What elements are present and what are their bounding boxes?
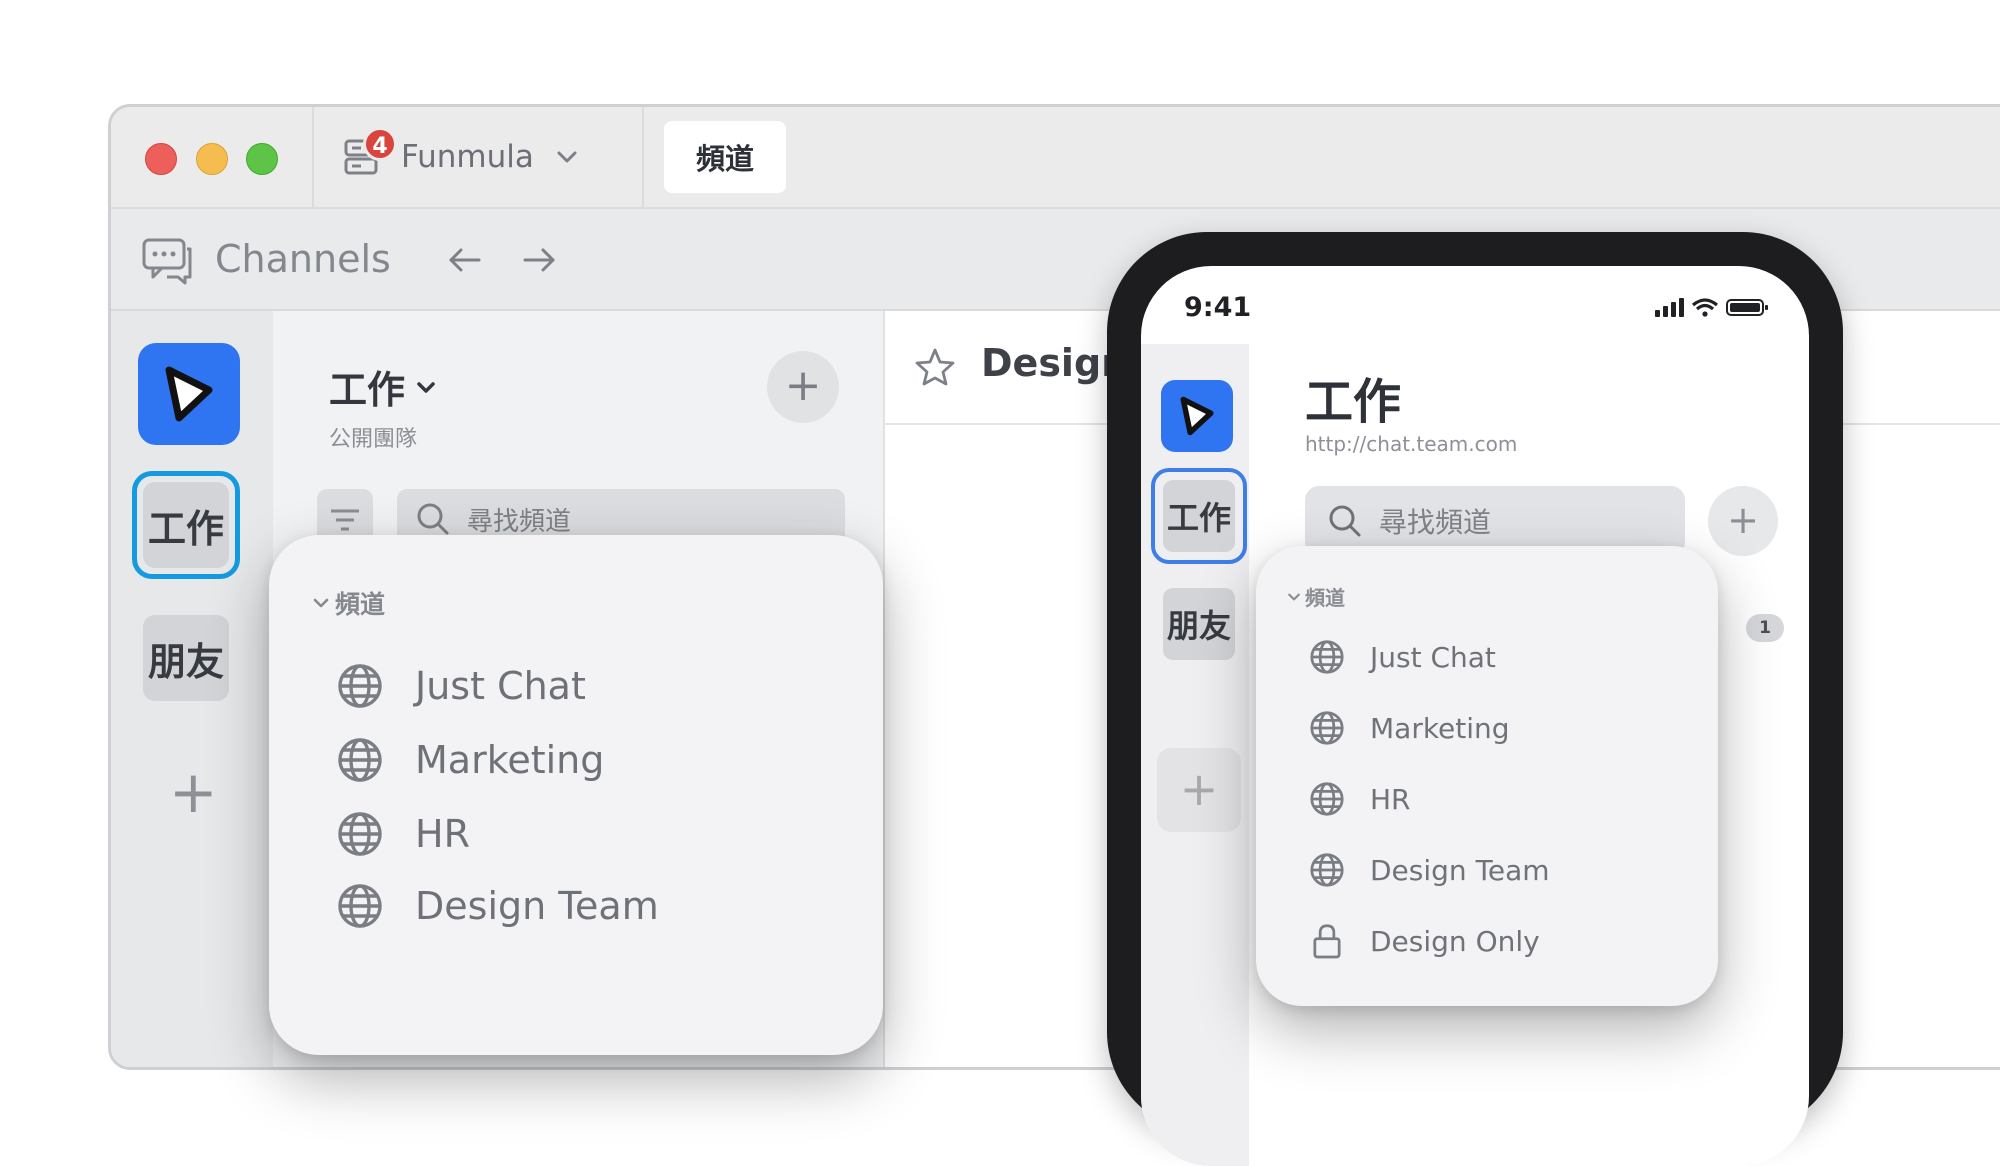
team-work[interactable]: 工作 — [1163, 480, 1235, 552]
phone-channel-popup: 頻道 Just Chat Marketing HR Design Team De… — [1256, 546, 1718, 1006]
channel-item[interactable]: Design Team — [335, 881, 659, 931]
lock-icon — [1313, 924, 1341, 959]
channel-item[interactable]: Design Team — [1308, 851, 1550, 889]
close-window-button[interactable] — [145, 143, 177, 175]
team-friends[interactable]: 朋友 — [1163, 588, 1235, 660]
channel-name: Marketing — [415, 738, 605, 782]
add-team-button[interactable]: + — [169, 763, 218, 821]
back-arrow-icon[interactable] — [447, 245, 483, 275]
section-label: 頻道 — [1305, 586, 1345, 610]
workspace-switcher[interactable]: 工作 — [329, 359, 439, 414]
chevron-down-icon — [417, 381, 435, 393]
channel-item[interactable]: HR — [1308, 780, 1411, 818]
section-header[interactable]: 頻道 — [311, 585, 385, 621]
team-work[interactable]: 工作 — [143, 482, 229, 568]
app-logo[interactable] — [138, 343, 240, 445]
globe-icon — [338, 664, 382, 708]
chevron-down-icon — [313, 598, 329, 608]
tab-channels[interactable]: 頻道 — [664, 121, 786, 193]
channel-item[interactable]: Marketing — [1308, 709, 1510, 747]
channel-item[interactable]: Design Only — [1308, 922, 1540, 960]
phone-team-sidebar: 工作 朋友 + — [1141, 344, 1249, 1166]
globe-icon — [1310, 711, 1344, 745]
status-icons — [1655, 298, 1768, 317]
add-team-button[interactable]: + — [1157, 748, 1241, 832]
minimize-window-button[interactable] — [196, 143, 228, 175]
channel-item[interactable]: Just Chat — [1308, 638, 1496, 676]
team-sidebar: 工作 朋友 + — [111, 311, 273, 1067]
channel-list-popup: 頻道 Just Chat Marketing HR Design Team — [269, 535, 883, 1055]
workspace-url: http://chat.team.com — [1305, 432, 1518, 456]
channel-name: Design Only — [1370, 924, 1540, 958]
channel-item[interactable]: HR — [335, 809, 470, 859]
title-bar: 4 Funmula 頻道 — [111, 107, 2000, 209]
forward-arrow-icon[interactable] — [521, 245, 557, 275]
globe-icon — [338, 884, 382, 928]
divider — [642, 107, 644, 207]
channel-name: Marketing — [1370, 711, 1510, 745]
globe-icon — [1310, 640, 1344, 674]
channel-name: Just Chat — [1370, 640, 1496, 674]
globe-icon — [1310, 782, 1344, 816]
channel-item[interactable]: Marketing — [335, 735, 604, 785]
search-icon — [1329, 505, 1361, 537]
team-friends[interactable]: 朋友 — [143, 615, 229, 701]
star-icon[interactable] — [915, 347, 955, 387]
page-title: Channels — [215, 237, 391, 281]
server-switcher[interactable]: 4 Funmula — [343, 127, 580, 179]
channel-item[interactable]: Just Chat — [335, 661, 586, 711]
globe-icon — [1310, 853, 1344, 887]
logo-flag-icon — [165, 366, 213, 422]
channel-name: Just Chat — [415, 664, 586, 708]
chevron-down-icon — [1288, 593, 1300, 600]
section-header[interactable]: 頻道 — [1286, 582, 1345, 611]
server-name: Funmula — [401, 139, 534, 175]
workspace-title: 工作 — [329, 368, 406, 412]
status-time: 9:41 — [1184, 292, 1252, 323]
channel-name: Design Team — [415, 884, 659, 928]
workspace-title: 工作 — [1305, 374, 1402, 430]
search-placeholder: 尋找頻道 — [467, 506, 572, 537]
chevron-down-icon — [557, 151, 577, 163]
search-placeholder: 尋找頻道 — [1379, 506, 1492, 539]
divider — [312, 107, 314, 207]
add-channel-button[interactable]: + — [1708, 486, 1778, 556]
add-channel-button[interactable]: + — [767, 351, 839, 423]
channel-name: HR — [415, 812, 470, 856]
globe-icon — [338, 738, 382, 782]
channel-name: HR — [1370, 782, 1411, 816]
globe-icon — [338, 812, 382, 856]
maximize-window-button[interactable] — [246, 143, 278, 175]
section-label: 頻道 — [335, 590, 386, 619]
logo-flag-icon — [1180, 396, 1214, 436]
notification-badge: 4 — [363, 127, 397, 161]
server-icon: 4 — [343, 127, 397, 179]
search-icon — [417, 503, 449, 535]
chat-bubbles-icon — [142, 238, 192, 285]
unread-count-badge: 1 — [1746, 614, 1784, 642]
app-logo[interactable] — [1161, 380, 1233, 452]
channel-name: Design Team — [1370, 853, 1550, 887]
workspace-subtitle: 公開團隊 — [329, 427, 418, 452]
